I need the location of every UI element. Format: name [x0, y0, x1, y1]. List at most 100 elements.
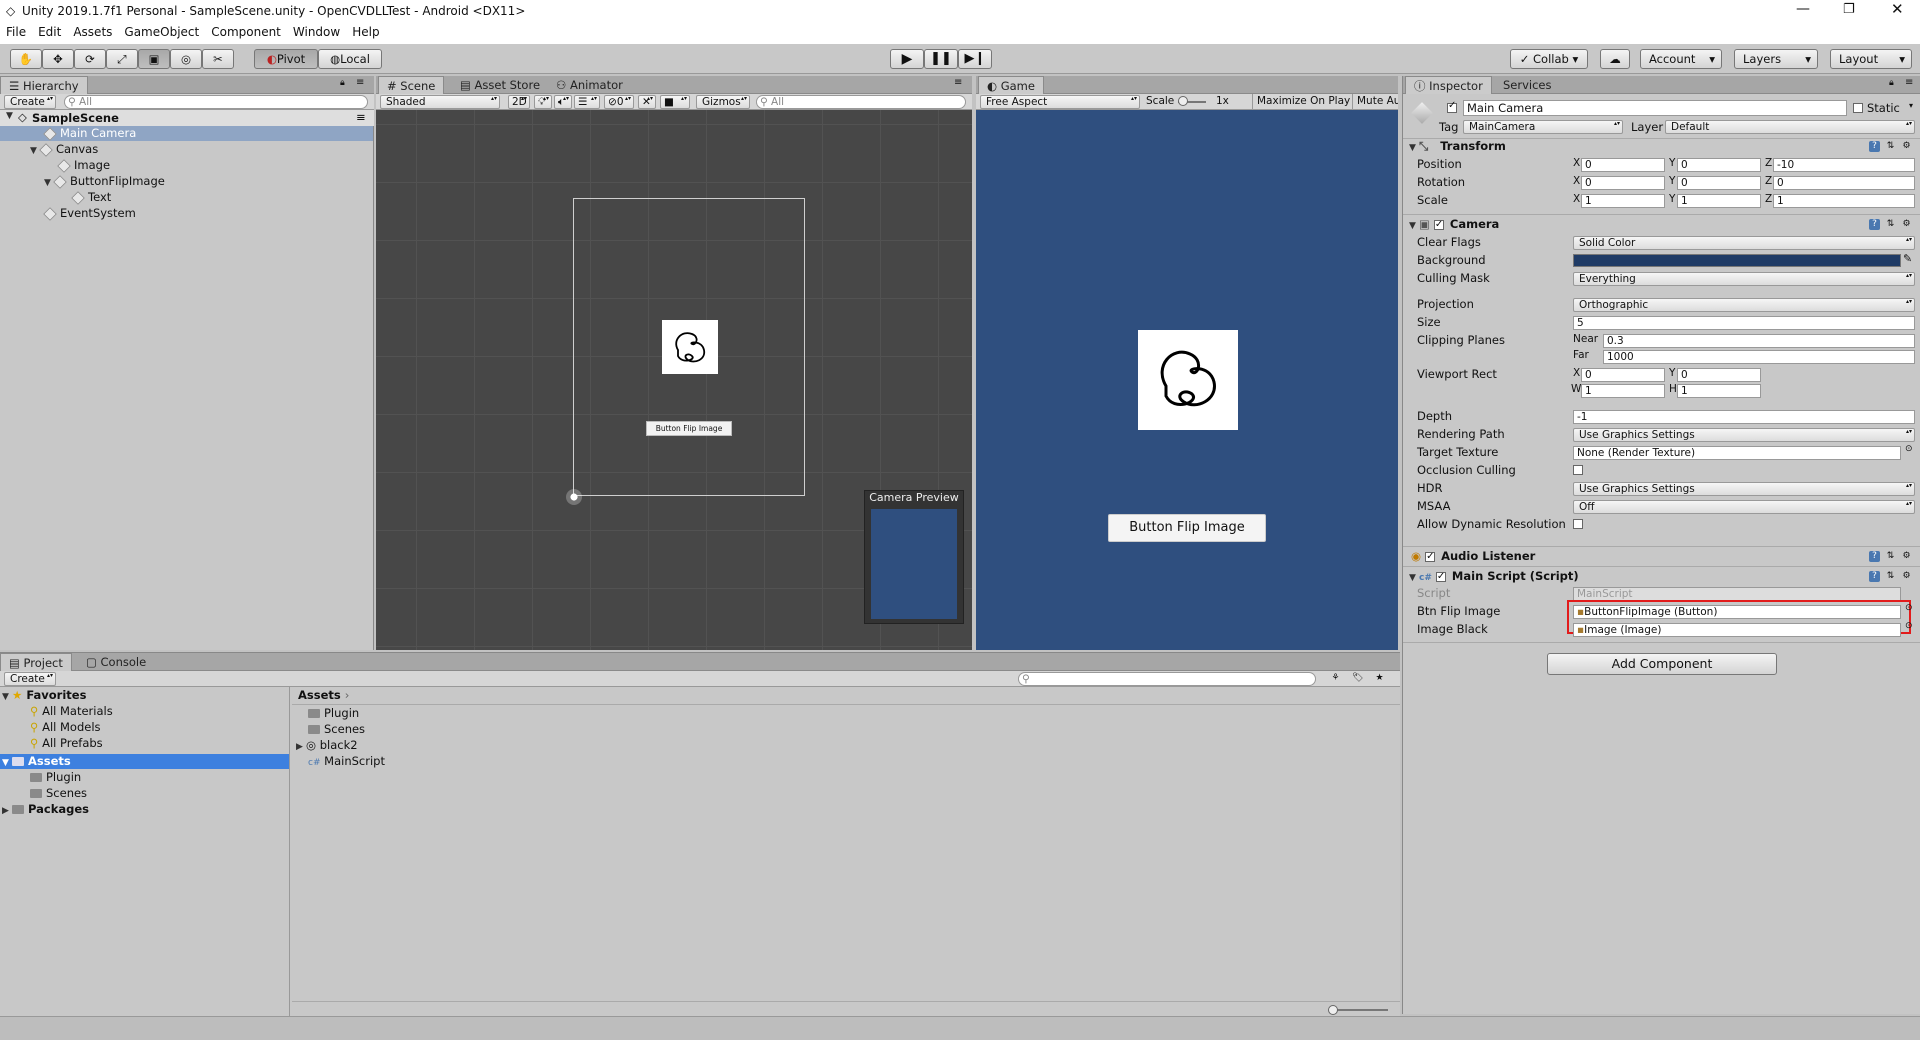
scene-search-input[interactable]: ⚲ All	[756, 95, 966, 109]
collab-dropdown[interactable]: ✓ Collab ▾	[1510, 49, 1588, 69]
viewport-x-input[interactable]: 0	[1581, 368, 1665, 382]
hidden-objects-toggle[interactable]: ⊘0	[604, 95, 634, 109]
object-name-input[interactable]: Main Camera	[1463, 100, 1847, 116]
lighting-toggle[interactable]: 💡︎	[534, 95, 552, 109]
settings-gear-icon[interactable]: ⚙	[1901, 141, 1912, 152]
asset-black2-texture[interactable]: ▶ ◎ black2	[296, 738, 358, 753]
static-checkbox[interactable]	[1853, 103, 1863, 113]
tab-scene[interactable]: # Scene	[378, 76, 445, 94]
tab-animator[interactable]: ⚇ Animator	[548, 76, 631, 94]
layout-dropdown[interactable]: Layout ▾	[1830, 49, 1912, 69]
menu-edit[interactable]: Edit	[32, 23, 67, 42]
rect-tool-button[interactable]: ▣	[138, 49, 170, 69]
game-flip-button[interactable]: Button Flip Image	[1108, 514, 1266, 542]
scale-z-input[interactable]: 1	[1773, 194, 1915, 208]
camera-header[interactable]: ▼▣ Camera	[1403, 216, 1920, 233]
tag-dropdown[interactable]: MainCamera	[1463, 120, 1623, 134]
favorites-header[interactable]: ▼ ★ Favorites	[2, 688, 86, 703]
minimize-icon[interactable]: —	[1796, 1, 1810, 17]
clear-flags-dropdown[interactable]: Solid Color	[1573, 236, 1915, 250]
menu-gameobject[interactable]: GameObject	[118, 23, 205, 42]
cloud-button[interactable]: ☁	[1600, 49, 1630, 69]
project-search-input[interactable]: ⚲	[1018, 672, 1316, 686]
shading-mode-dropdown[interactable]: Shaded	[380, 95, 500, 109]
tools-toggle[interactable]: ✕	[638, 95, 656, 109]
position-y-input[interactable]: 0	[1677, 158, 1761, 172]
static-dropdown-icon[interactable]: ▾	[1909, 101, 1913, 110]
preset-icon[interactable]: ⇅	[1885, 219, 1896, 230]
menu-component[interactable]: Component	[205, 23, 287, 42]
audio-listener-header[interactable]: ◉ Audio Listener	[1403, 548, 1920, 565]
scene-viewport[interactable]: Button Flip Image Camera Preview	[376, 110, 972, 650]
hierarchy-item-image[interactable]: Image	[57, 158, 110, 173]
scene-header[interactable]: ▼ ◇ SampleScene ≡	[0, 110, 374, 126]
scale-x-input[interactable]: 1	[1581, 194, 1665, 208]
favorite-star-icon[interactable]: ★	[1374, 673, 1385, 684]
dynamic-resolution-checkbox[interactable]	[1573, 519, 1583, 529]
size-input[interactable]: 5	[1573, 316, 1915, 330]
hierarchy-item-eventsystem[interactable]: EventSystem	[43, 206, 136, 221]
preset-icon[interactable]: ⇅	[1885, 571, 1896, 582]
far-input[interactable]: 1000	[1603, 350, 1915, 364]
target-texture-field[interactable]: None (Render Texture)	[1573, 446, 1901, 460]
preset-icon[interactable]: ⇅	[1885, 551, 1896, 562]
transform-header[interactable]: ▼ ⤡ Transform	[1403, 138, 1920, 154]
rotation-z-input[interactable]: 0	[1773, 176, 1915, 190]
tab-inspector[interactable]: ⓘ Inspector	[1405, 76, 1492, 94]
maximize-on-play-toggle[interactable]: Maximize On Play	[1252, 94, 1354, 109]
rotation-y-input[interactable]: 0	[1677, 176, 1761, 190]
tab-hierarchy[interactable]: ☰ Hierarchy	[0, 76, 88, 94]
position-z-input[interactable]: -10	[1773, 158, 1915, 172]
object-picker-icon[interactable]: ⊙	[1905, 621, 1913, 631]
audio-listener-checkbox[interactable]	[1425, 549, 1436, 565]
custom-tool-button[interactable]: ✂	[202, 49, 234, 69]
assets-scenes-folder[interactable]: Scenes	[30, 786, 87, 801]
filter-label-icon[interactable]: 🏷︎	[1352, 673, 1363, 684]
layers-dropdown[interactable]: Layers ▾	[1734, 49, 1818, 69]
menu-file[interactable]: File	[0, 23, 32, 42]
tab-game[interactable]: ◐ Game	[978, 76, 1044, 94]
assets-folder-item[interactable]: ▼ Assets	[0, 754, 289, 769]
asset-plugin-folder[interactable]: Plugin	[308, 706, 359, 721]
near-input[interactable]: 0.3	[1603, 334, 1915, 348]
rotate-tool-button[interactable]: ⟳	[74, 49, 106, 69]
restore-icon[interactable]: ❐	[1843, 2, 1855, 17]
btn-flip-image-field[interactable]: ▪ButtonFlipImage (Button)	[1573, 605, 1901, 619]
tab-services[interactable]: Services	[1495, 76, 1560, 94]
occlusion-culling-checkbox[interactable]	[1573, 465, 1583, 475]
scale-tool-button[interactable]: ⤢	[106, 49, 138, 69]
scale-y-input[interactable]: 1	[1677, 194, 1761, 208]
settings-gear-icon[interactable]: ⚙	[1901, 551, 1912, 562]
filter-type-icon[interactable]: ⚘	[1330, 673, 1341, 684]
favorite-all-prefabs[interactable]: ⚲ All Prefabs	[30, 736, 103, 751]
favorite-all-models[interactable]: ⚲ All Models	[30, 720, 101, 735]
image-black-field[interactable]: ▪Image (Image)	[1573, 623, 1901, 637]
scene-menu-icon[interactable]: ≡	[356, 110, 366, 124]
rotation-x-input[interactable]: 0	[1581, 176, 1665, 190]
panel-menu-icon[interactable]: ≡	[954, 77, 962, 88]
asset-mainscript[interactable]: c# MainScript	[308, 754, 385, 769]
object-active-checkbox[interactable]	[1447, 100, 1457, 113]
main-script-header[interactable]: ▼c# Main Script (Script)	[1403, 568, 1920, 585]
position-x-input[interactable]: 0	[1581, 158, 1665, 172]
settings-gear-icon[interactable]: ⚙	[1901, 219, 1912, 230]
project-create-dropdown[interactable]: Create	[4, 672, 56, 686]
panel-menu-icon[interactable]: ≡	[356, 77, 364, 88]
game-viewport[interactable]: Button Flip Image	[976, 110, 1398, 650]
menu-window[interactable]: Window	[287, 23, 346, 42]
viewport-h-input[interactable]: 1	[1677, 384, 1761, 398]
scale-slider-thumb[interactable]	[1178, 96, 1188, 106]
packages-folder-item[interactable]: ▶ Packages	[2, 802, 89, 817]
local-toggle[interactable]: ◍Local	[318, 49, 382, 69]
help-icon[interactable]: ?	[1869, 219, 1880, 230]
hdr-dropdown[interactable]: Use Graphics Settings	[1573, 482, 1915, 496]
transform-tool-button[interactable]: ◎	[170, 49, 202, 69]
mute-audio-toggle[interactable]: Mute Audio	[1352, 94, 1398, 109]
eyedropper-icon[interactable]: ✎	[1903, 252, 1912, 265]
lock-icon[interactable]: 🔒︎	[340, 78, 345, 88]
hierarchy-create-dropdown[interactable]: Create	[4, 95, 56, 109]
effects-dropdown[interactable]: ☰	[574, 95, 600, 109]
camera-enabled-checkbox[interactable]	[1433, 217, 1444, 233]
viewport-w-input[interactable]: 1	[1581, 384, 1665, 398]
hierarchy-item-canvas[interactable]: ▼ Canvas	[30, 142, 98, 157]
